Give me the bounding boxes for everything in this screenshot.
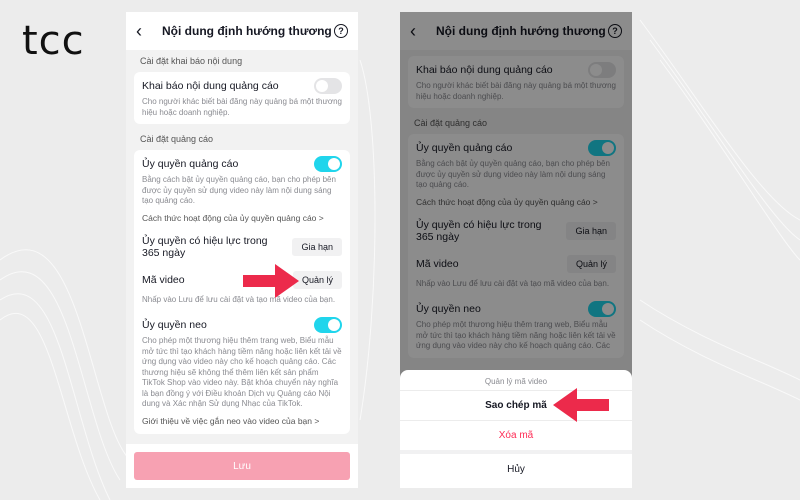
disclosure-title: Khai báo nội dung quảng cáo bbox=[142, 80, 279, 92]
question-circle-icon[interactable]: ? bbox=[334, 24, 348, 38]
section-label-disclosure: Cài đặt khai báo nội dung bbox=[140, 56, 243, 66]
disclosure-card: Khai báo nội dung quảng cáo Cho người kh… bbox=[134, 72, 350, 124]
chevron-left-icon[interactable]: ‹ bbox=[136, 21, 154, 42]
header-bar: ‹ Nội dung định hướng thương hiệ... ? bbox=[126, 12, 358, 50]
validity-title: Ủy quyền có hiệu lực trong 365 ngày bbox=[142, 234, 268, 259]
manage-button[interactable]: Quản lý bbox=[292, 270, 342, 289]
brand-logo: tcc bbox=[22, 18, 85, 64]
ad-settings-card: Ủy quyền quảng cáo Bằng cách bật ủy quyề… bbox=[134, 150, 350, 434]
ad-auth-title: Ủy quyền quảng cáo bbox=[142, 158, 239, 170]
left-phone-screen: ‹ Nội dung định hướng thương hiệ... ? Cà… bbox=[126, 12, 358, 488]
extend-button[interactable]: Gia hạn bbox=[292, 237, 342, 256]
anchor-auth-title: Ủy quyền neo bbox=[142, 319, 207, 331]
video-code-desc: Nhấp vào Lưu để lưu cài đặt và tạo mã vi… bbox=[142, 294, 336, 304]
arrow-right-icon bbox=[243, 264, 299, 298]
ad-auth-desc: Bằng cách bật ủy quyền quảng cáo, bạn ch… bbox=[142, 175, 336, 205]
disclosure-toggle[interactable] bbox=[314, 78, 342, 94]
cancel-button[interactable]: Hủy bbox=[400, 454, 632, 484]
disclosure-desc: Cho người khác biết bài đăng này quảng b… bbox=[142, 97, 342, 117]
sheet-title: Quản lý mã video bbox=[484, 377, 548, 386]
anchor-auth-toggle[interactable] bbox=[314, 317, 342, 333]
section-label-ads: Cài đặt quảng cáo bbox=[140, 134, 214, 144]
anchor-auth-desc: Cho phép một thương hiệu thêm trang web,… bbox=[142, 336, 342, 408]
delete-code-button[interactable]: Xóa mã bbox=[400, 420, 632, 450]
video-code-title: Mã video bbox=[142, 273, 185, 286]
save-bar: Lưu bbox=[126, 444, 358, 488]
ad-auth-toggle[interactable] bbox=[314, 156, 342, 172]
anchor-auth-link[interactable]: Giới thiệu về việc gắn neo vào video của… bbox=[142, 416, 342, 426]
arrow-left-icon bbox=[553, 388, 609, 422]
save-button[interactable]: Lưu bbox=[134, 452, 350, 480]
ad-auth-link[interactable]: Cách thức hoạt động của ủy quyền quảng c… bbox=[142, 213, 342, 223]
page-title: Nội dung định hướng thương hiệ... bbox=[162, 24, 334, 38]
